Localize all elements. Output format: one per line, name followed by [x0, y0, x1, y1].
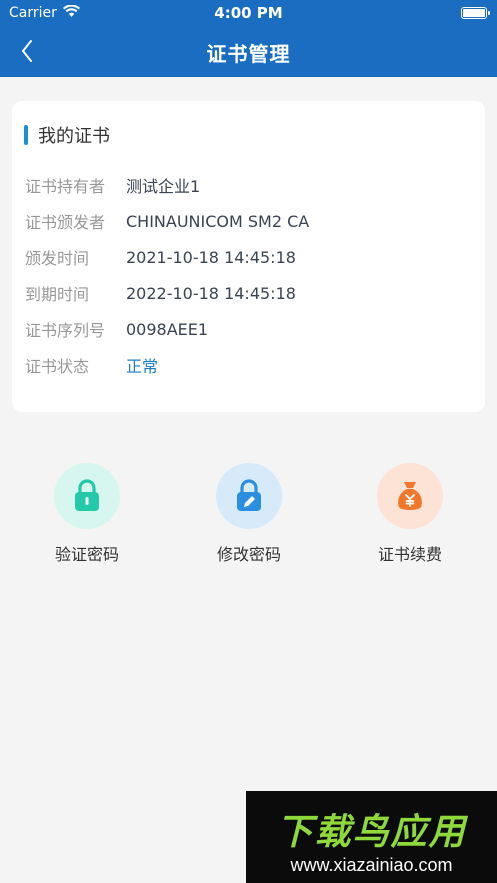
status-label: 证书状态: [25, 357, 90, 376]
money-bag-icon: [398, 482, 422, 510]
serial-value: 0098AEE1: [126, 319, 209, 339]
lock-icon: [75, 479, 99, 511]
lock-edit-icon: [237, 479, 261, 511]
status-bar: Carrier 4:00 PM: [0, 0, 497, 26]
page-title: 证书管理: [206, 42, 291, 66]
verify-password-icon-circle: [54, 463, 120, 529]
issuer-value: CHINAUNICOM SM2 CA: [126, 211, 310, 231]
status-time: 4:00 PM: [214, 4, 283, 22]
change-password-icon-circle: [216, 463, 282, 529]
info-row-issue-time: 颁发时间 2021-10-18 14:45:18: [25, 245, 296, 269]
section-title: 我的证书: [38, 126, 110, 147]
watermark-title: 下载鸟应用: [276, 812, 467, 853]
expiry-time-label: 到期时间: [25, 285, 90, 304]
action-bar: 验证密码 修改密码 证书续费: [0, 463, 497, 573]
expiry-time-value: 2022-10-18 14:45:18: [126, 283, 296, 303]
verify-password-button[interactable]: 验证密码: [32, 463, 142, 565]
info-row-serial: 证书序列号 0098AEE1: [25, 317, 208, 341]
issuer-label: 证书颁发者: [25, 213, 106, 232]
status-value: 正常: [126, 357, 159, 376]
info-row-issuer: 证书颁发者 CHINAUNICOM SM2 CA: [25, 209, 309, 233]
renew-certificate-button[interactable]: 证书续费: [355, 463, 465, 565]
issue-time-label: 颁发时间: [25, 249, 90, 268]
change-password-button[interactable]: 修改密码: [194, 463, 304, 565]
nav-bar: 证书管理: [0, 26, 497, 77]
info-row-status: 证书状态 正常: [25, 353, 158, 377]
section-accent-bar: [24, 125, 28, 145]
holder-value: 测试企业1: [126, 177, 201, 196]
watermark: 下载鸟应用 www.xiazainiao.com: [246, 791, 497, 883]
change-password-label: 修改密码: [216, 545, 281, 564]
section-header: 我的证书: [24, 123, 110, 147]
certificate-card: 我的证书 证书持有者 测试企业1 证书颁发者 CHINAUNICOM SM2 C…: [12, 101, 485, 412]
renew-certificate-label: 证书续费: [377, 545, 442, 564]
info-row-holder: 证书持有者 测试企业1: [25, 173, 200, 197]
info-row-expiry-time: 到期时间 2022-10-18 14:45:18: [25, 281, 296, 305]
serial-label: 证书序列号: [25, 321, 106, 340]
battery-icon: [461, 7, 490, 19]
watermark-url: www.xiazainiao.com: [290, 855, 453, 875]
renew-certificate-icon-circle: [377, 463, 443, 529]
holder-label: 证书持有者: [25, 177, 106, 196]
verify-password-label: 验证密码: [54, 545, 119, 564]
header: Carrier 4:00 PM 证书管理: [0, 0, 497, 77]
issue-time-value: 2021-10-18 14:45:18: [126, 247, 296, 267]
